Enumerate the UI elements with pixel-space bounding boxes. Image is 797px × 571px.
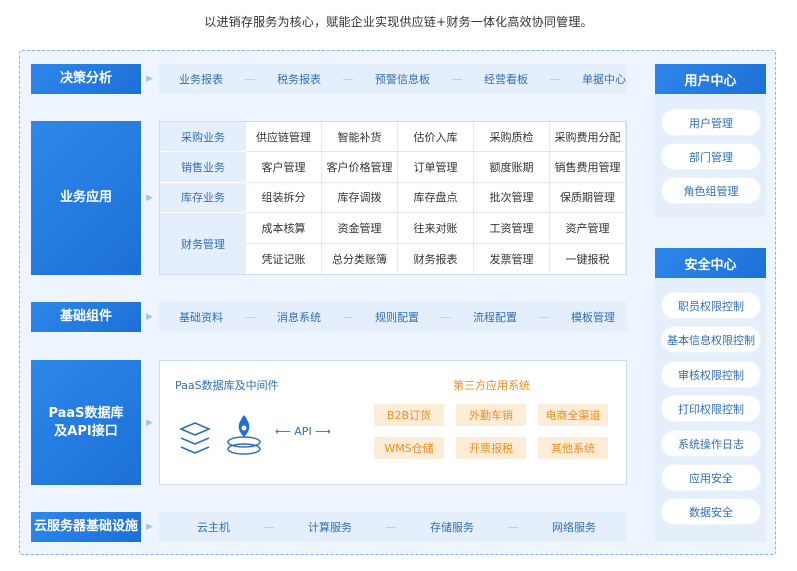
module-cell[interactable]: 往来对账 [398, 213, 474, 244]
decision-item[interactable]: 经营看板 [484, 71, 528, 87]
group-purchase: 采购业务 [160, 122, 246, 153]
row-label-components: 基础组件 [31, 302, 141, 332]
component-item[interactable]: 基础资料 [179, 309, 223, 325]
security-item[interactable]: 职员权限控制 [662, 293, 760, 318]
group-finance: 财务管理 [160, 213, 246, 274]
third-party-app[interactable]: 开票报税 [456, 437, 526, 459]
chevron-right-icon: ▶ [146, 74, 153, 84]
third-party-title: 第三方应用系统 [453, 379, 530, 392]
row-label-cloud: 云服务器基础设施 [31, 512, 141, 542]
user-center-title: 用户中心 [655, 64, 766, 94]
separator [343, 78, 353, 80]
chevron-right-icon: ▶ [146, 522, 153, 532]
business-matrix: 采购业务 供应链管理 智能补货 估价入库 采购质检 采购费用分配 销售业务 客户… [159, 121, 627, 275]
user-center-item[interactable]: 用户管理 [662, 110, 760, 135]
layers-icon [178, 422, 212, 454]
group-sales: 销售业务 [160, 152, 246, 183]
cloud-item[interactable]: 存储服务 [430, 519, 474, 535]
module-cell[interactable]: 工资管理 [474, 213, 550, 244]
separator [452, 78, 462, 80]
security-item[interactable]: 系统操作日志 [662, 431, 760, 456]
security-center-title: 安全中心 [655, 248, 766, 278]
paas-panel: PaaS数据库及中间件 ⟵ API ⟶ 第三方应用系统 B2B订货 外勤车销 电… [159, 360, 627, 485]
cloud-item[interactable]: 云主机 [197, 519, 230, 535]
decision-item[interactable]: 税务报表 [277, 71, 321, 87]
user-center-item[interactable]: 部门管理 [662, 144, 760, 169]
component-item[interactable]: 规则配置 [375, 309, 419, 325]
components-band: 基础资料 消息系统 规则配置 流程配置 模板管理 [159, 302, 627, 332]
cloud-item[interactable]: 网络服务 [552, 519, 596, 535]
decision-item[interactable]: 单据中心 [582, 71, 626, 87]
separator [264, 526, 274, 528]
third-party-app[interactable]: WMS仓储 [374, 437, 444, 459]
cloud-band: 云主机 计算服务 存储服务 网络服务 [159, 512, 627, 542]
third-party-app[interactable]: 电商全渠道 [538, 404, 608, 426]
user-center-item[interactable]: 角色组管理 [662, 178, 760, 203]
chevron-right-icon: ▶ [146, 312, 153, 322]
row-label-business: 业务应用 [31, 121, 141, 275]
module-cell[interactable]: 智能补货 [322, 122, 398, 153]
api-connector: ⟵ API ⟶ [275, 425, 331, 438]
decision-item[interactable]: 预警信息板 [375, 71, 430, 87]
security-item[interactable]: 基本信息权限控制 [662, 327, 760, 352]
security-item[interactable]: 数据安全 [662, 499, 760, 524]
third-party-app[interactable]: 其他系统 [538, 437, 608, 459]
component-item[interactable]: 模板管理 [571, 309, 615, 325]
module-cell[interactable]: 财务报表 [398, 243, 474, 274]
module-cell[interactable]: 订单管理 [398, 152, 474, 183]
module-cell[interactable]: 额度账期 [474, 152, 550, 183]
decision-band: 业务报表 税务报表 预警信息板 经营看板 单据中心 [159, 64, 627, 94]
separator [343, 316, 353, 318]
security-item[interactable]: 打印权限控制 [662, 396, 760, 421]
module-cell[interactable]: 估价入库 [398, 122, 474, 153]
database-icon [227, 415, 261, 455]
security-item[interactable]: 应用安全 [662, 465, 760, 490]
module-cell[interactable]: 采购质检 [474, 122, 550, 153]
module-cell[interactable]: 发票管理 [474, 243, 550, 274]
api-label: API [294, 425, 312, 438]
group-inventory: 库存业务 [160, 182, 246, 214]
separator [245, 78, 255, 80]
module-cell[interactable]: 组装拆分 [246, 182, 322, 214]
module-cell[interactable]: 一键报税 [550, 243, 626, 274]
chevron-right-icon: ▶ [146, 418, 153, 428]
module-cell[interactable]: 销售费用管理 [550, 152, 626, 183]
module-cell[interactable]: 资产管理 [550, 213, 626, 244]
module-cell[interactable]: 资金管理 [322, 213, 398, 244]
module-cell[interactable]: 供应链管理 [246, 122, 322, 153]
module-cell[interactable]: 成本核算 [246, 213, 322, 244]
component-item[interactable]: 消息系统 [277, 309, 321, 325]
module-cell[interactable]: 总分类账簿 [322, 243, 398, 274]
module-cell[interactable]: 客户价格管理 [322, 152, 398, 183]
third-party-app[interactable]: B2B订货 [374, 404, 444, 426]
separator [550, 78, 560, 80]
row-label-paas: PaaS数据库 及API接口 [31, 360, 141, 485]
module-cell[interactable]: 保质期管理 [550, 182, 626, 214]
decision-item[interactable]: 业务报表 [179, 71, 223, 87]
module-cell[interactable]: 采购费用分配 [550, 122, 626, 153]
separator [539, 316, 549, 318]
chevron-right-icon: ▶ [146, 193, 153, 203]
separator [441, 316, 451, 318]
module-cell[interactable]: 库存盘点 [398, 182, 474, 214]
module-cell[interactable]: 客户管理 [246, 152, 322, 183]
security-item[interactable]: 审核权限控制 [662, 362, 760, 387]
page-caption: 以进销存服务为核心，赋能企业实现供应链+财务一体化高效协同管理。 [204, 15, 593, 29]
separator [508, 526, 518, 528]
module-cell[interactable]: 库存调拨 [322, 182, 398, 214]
cloud-item[interactable]: 计算服务 [308, 519, 352, 535]
component-item[interactable]: 流程配置 [473, 309, 517, 325]
row-label-decision: 决策分析 [31, 64, 141, 94]
separator [245, 316, 255, 318]
third-party-app[interactable]: 外勤车销 [456, 404, 526, 426]
module-cell[interactable]: 批次管理 [474, 182, 550, 214]
separator [386, 526, 396, 528]
paas-db-title: PaaS数据库及中间件 [175, 379, 279, 392]
module-cell[interactable]: 凭证记账 [246, 243, 322, 274]
